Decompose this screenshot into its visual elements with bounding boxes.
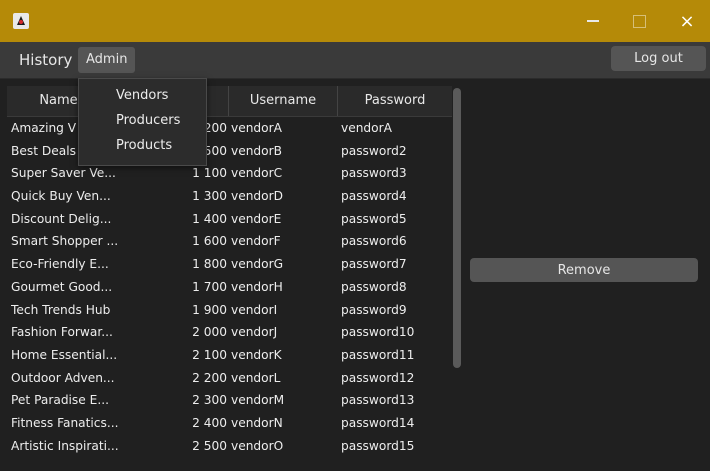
cell-name: Discount Delig... xyxy=(11,211,112,226)
cell-name: Smart Shopper ... xyxy=(11,234,119,249)
cell-name: Tech Trends Hub xyxy=(11,302,111,317)
cell-pass: password6 xyxy=(341,234,407,249)
cell-pass: password2 xyxy=(341,143,407,158)
cell-pass: password9 xyxy=(341,302,407,317)
cell-user: vendorE xyxy=(231,211,282,226)
cell-name: Eco-Friendly E... xyxy=(11,257,109,272)
cell-name: Pet Paradise E... xyxy=(11,393,109,408)
cell-user: vendorJ xyxy=(231,325,278,340)
table-row[interactable]: Discount Delig... 1 400 vendorE password5 xyxy=(7,208,452,231)
cell-user: vendorI xyxy=(231,302,278,317)
table-row[interactable]: Fashion Forwar... 2 000 vendorJ password10 xyxy=(7,321,452,344)
cell-user: vendorK xyxy=(231,347,282,362)
cell-user: vendorM xyxy=(231,393,285,408)
menu-item-products[interactable]: Products xyxy=(116,134,172,158)
table-row[interactable]: Gourmet Good... 1 700 vendorH password8 xyxy=(7,276,452,299)
cell-user: vendorB xyxy=(231,143,282,158)
cell-name: Quick Buy Ven... xyxy=(11,189,111,204)
cell-pass: password13 xyxy=(341,393,415,408)
vendors-table: Name Username Password Amazing V 200 vendo… xyxy=(7,86,462,471)
cell-name: Fashion Forwar... xyxy=(11,325,113,340)
scrollbar-thumb[interactable] xyxy=(453,88,461,368)
table-row[interactable]: Artistic Inspirati... 2 500 vendorO passwor… xyxy=(7,435,452,458)
cell-user: vendorN xyxy=(231,415,283,430)
cell-num: 2 300 xyxy=(192,393,227,408)
cell-pass: password10 xyxy=(341,325,415,340)
table-row[interactable]: Best Deals 500 vendorB password2 xyxy=(7,140,452,163)
cell-num: 1 600 xyxy=(192,234,227,249)
cell-pass: vendorA xyxy=(341,121,392,135)
close-button[interactable]: × xyxy=(664,0,710,42)
cell-name: Artistic Inspirati... xyxy=(11,438,119,453)
menu-item-producers[interactable]: Producers xyxy=(116,109,180,133)
cell-pass: password7 xyxy=(341,257,407,272)
remove-button[interactable]: Remove xyxy=(470,258,698,282)
menu-admin[interactable]: Admin xyxy=(78,47,136,73)
cell-num: 1 700 xyxy=(192,279,227,294)
maximize-icon xyxy=(632,14,646,28)
cell-num: 2 400 xyxy=(192,415,227,430)
table-row[interactable]: Pet Paradise E... 2 300 vendorM password13 xyxy=(7,389,452,412)
cell-user: vendorG xyxy=(231,257,284,272)
table-scrollbar[interactable] xyxy=(453,86,462,471)
cell-pass: password11 xyxy=(341,347,415,362)
cell-name: Outdoor Adven... xyxy=(11,370,115,385)
logout-button[interactable]: Log out xyxy=(611,46,706,71)
column-header-username[interactable]: Username xyxy=(229,86,338,116)
table-body: Amazing V 200 vendorA vendorA Best Deals 500 v… xyxy=(7,117,452,457)
table-row[interactable]: Quick Buy Ven... 1 300 vendorD password4 xyxy=(7,185,452,208)
cell-num: 2 000 xyxy=(192,325,227,340)
app-window: × History Admin Log out Name Username Pa… xyxy=(0,0,710,471)
cell-user: vendorC xyxy=(231,166,283,181)
cell-num: 1 300 xyxy=(192,189,227,204)
table-row[interactable]: Amazing V 200 vendorA vendorA xyxy=(7,117,452,140)
menu-bar: History Admin xyxy=(0,42,710,79)
cell-user: vendorH xyxy=(231,279,283,294)
cell-pass: password3 xyxy=(341,166,407,181)
cell-user: vendorD xyxy=(231,189,284,204)
cell-user: vendorF xyxy=(231,234,281,249)
cell-pass: password15 xyxy=(341,438,415,453)
cell-num: 1 400 xyxy=(192,211,227,226)
cell-pass: password8 xyxy=(341,279,407,294)
title-bar[interactable]: × xyxy=(0,0,710,42)
cell-num: 1 800 xyxy=(192,257,227,272)
table-row[interactable]: Smart Shopper ... 1 600 vendorF password6 xyxy=(7,230,452,253)
table-row[interactable]: Fitness Fanatics... 2 400 vendorN password1… xyxy=(7,412,452,435)
cell-pass: password14 xyxy=(341,415,415,430)
cell-num: 2 100 xyxy=(192,347,227,362)
cell-pass: password4 xyxy=(341,189,407,204)
table-row[interactable]: Eco-Friendly E... 1 800 vendorG password7 xyxy=(7,253,452,276)
cell-num: 1 900 xyxy=(192,302,227,317)
maximize-button[interactable] xyxy=(616,0,662,42)
cell-user: vendorO xyxy=(231,438,284,453)
table-row[interactable]: Home Essential... 2 100 vendorK password11 xyxy=(7,344,452,367)
table-row[interactable]: Tech Trends Hub 1 900 vendorI password9 xyxy=(7,299,452,322)
menu-history[interactable]: History xyxy=(11,47,80,73)
table-row[interactable]: Super Saver Ve... 1 100 vendorC password3 xyxy=(7,162,452,185)
cell-user: vendorA xyxy=(231,121,282,135)
cell-user: vendorL xyxy=(231,370,281,385)
column-header-password[interactable]: Password xyxy=(338,86,452,116)
cell-name: Gourmet Good... xyxy=(11,279,113,294)
cell-num: 2 500 xyxy=(192,438,227,453)
cell-num: 2 200 xyxy=(192,370,227,385)
java-duke-icon xyxy=(13,13,29,29)
minimize-icon xyxy=(587,20,599,22)
minimize-button[interactable] xyxy=(570,0,616,42)
table-row[interactable]: Outdoor Adven... 2 200 vendorL password12 xyxy=(7,367,452,390)
cell-pass: password12 xyxy=(341,370,415,385)
menu-item-vendors[interactable]: Vendors xyxy=(116,84,168,108)
cell-name: Fitness Fanatics... xyxy=(11,415,119,430)
table-header: Name Username Password xyxy=(7,86,452,117)
admin-dropdown-menu: Vendors Producers Products xyxy=(78,78,207,166)
close-icon: × xyxy=(679,10,695,32)
cell-name: Home Essential... xyxy=(11,347,118,362)
cell-pass: password5 xyxy=(341,211,407,226)
